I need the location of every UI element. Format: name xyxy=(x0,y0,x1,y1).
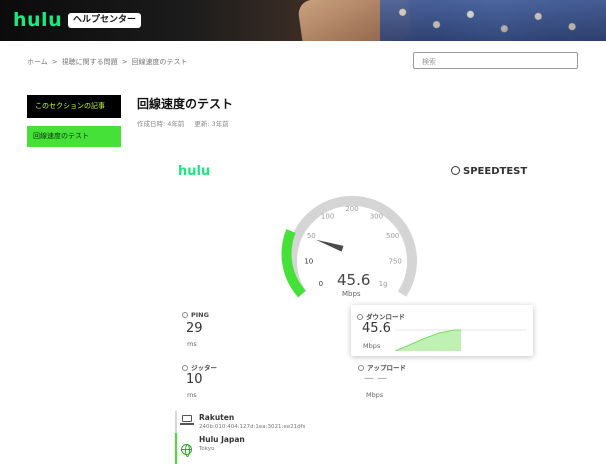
ping-unit: ms xyxy=(187,340,197,348)
jitter-icon xyxy=(182,365,188,371)
breadcrumb-separator: > xyxy=(121,58,128,66)
hulu-logo[interactable]: hulu xyxy=(13,9,62,31)
sidebar-section-label: このセクションの記事 xyxy=(35,102,105,110)
jitter-value: 10 xyxy=(186,372,203,387)
page-title: 回線速度のテスト xyxy=(137,97,234,111)
server-name[interactable]: Hulu Japan xyxy=(199,435,245,444)
gauge-tick-label: 300 xyxy=(370,212,383,220)
download-icon xyxy=(357,314,363,320)
gauge-tick-label: 100 xyxy=(321,212,334,220)
banner-crowd-image xyxy=(380,0,606,41)
speedtest-hulu-logo: hulu xyxy=(178,164,211,179)
breadcrumb-viewing-issues[interactable]: 視聴に関する問題 xyxy=(62,58,118,66)
ping-value: 29 xyxy=(186,321,203,336)
download-card: ダウンロード 45.6 Mbps xyxy=(351,305,533,356)
speedometer-icon xyxy=(451,166,460,175)
client-ip: 240b:010:404:127d:1ea:3021:ee21dfs xyxy=(199,424,306,430)
gauge-tick-label: 0 xyxy=(319,280,323,288)
breadcrumb-home[interactable]: ホーム xyxy=(27,58,48,66)
upload-value: — — xyxy=(364,373,388,384)
upload-icon xyxy=(358,365,364,371)
download-graph xyxy=(395,329,527,351)
server-indicator-bar xyxy=(175,411,177,464)
sidebar-section-header: このセクションの記事 xyxy=(27,95,121,118)
server-location: Tokyo xyxy=(199,446,215,452)
gauge-speed-unit: Mbps xyxy=(342,290,361,298)
upload-unit: Mbps xyxy=(366,391,384,399)
upload-label: アップロード xyxy=(358,362,406,372)
gauge-tick-label: 200 xyxy=(345,205,358,213)
ping-label: PING xyxy=(182,311,209,319)
created-date: 作成日時: 4年前 xyxy=(137,120,185,128)
breadcrumb: ホーム > 視聴に関する問題 > 回線速度のテスト xyxy=(27,57,188,67)
breadcrumb-separator: > xyxy=(51,58,58,66)
upload-label-text: アップロード xyxy=(367,364,406,372)
jitter-unit: ms xyxy=(187,391,197,399)
ping-icon xyxy=(182,312,188,318)
gauge-tick-label: 1g xyxy=(379,280,388,288)
download-label-text: ダウンロード xyxy=(366,313,405,321)
gauge-speed-value: 45.6 xyxy=(337,271,371,289)
gauge-tick-label: 750 xyxy=(389,258,402,266)
jitter-label: ジッター xyxy=(182,362,217,372)
breadcrumb-current[interactable]: 回線速度のテスト xyxy=(132,58,188,66)
laptop-icon xyxy=(180,415,194,425)
gauge-needle xyxy=(316,239,344,252)
client-isp-name: Rakuten xyxy=(199,413,235,422)
article-meta: 作成日時: 4年前 更新: 3年前 xyxy=(137,118,229,128)
updated-date: 更新: 3年前 xyxy=(194,120,229,128)
server-indicator-active xyxy=(175,433,177,464)
speedtest-logo: SPEEDTEST xyxy=(451,166,527,177)
search-input[interactable]: 検索 xyxy=(413,52,578,69)
download-value: 45.6 xyxy=(362,321,391,336)
globe-icon xyxy=(181,444,192,457)
download-label: ダウンロード xyxy=(357,311,405,321)
gauge-tick-label: 500 xyxy=(386,232,399,240)
jitter-label-text: ジッター xyxy=(191,364,217,372)
gauge-tick-label: 50 xyxy=(307,232,316,240)
ping-label-text: PING xyxy=(191,311,209,319)
speedtest-brand: SPEEDTEST xyxy=(463,166,528,177)
gauge-tick-label: 10 xyxy=(304,258,313,266)
download-unit: Mbps xyxy=(363,342,381,350)
help-center-link[interactable]: ヘルプセンター xyxy=(68,13,142,28)
sidebar-item-speed-test[interactable]: 回線速度のテスト xyxy=(27,126,121,147)
